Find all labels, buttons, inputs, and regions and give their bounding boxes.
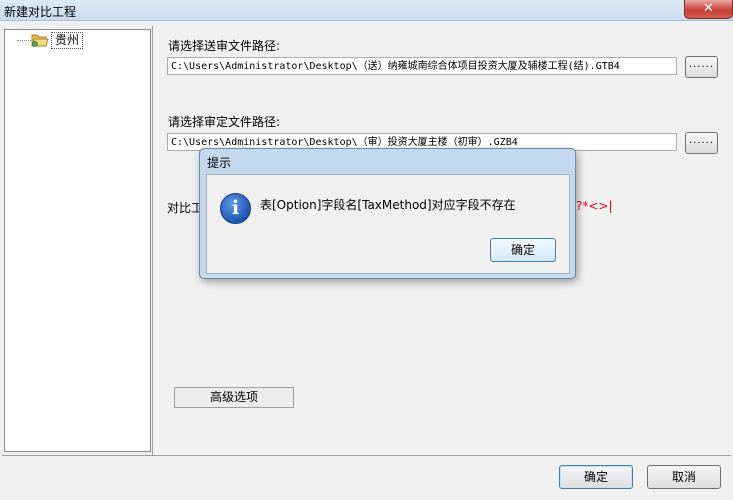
cancel-button[interactable]: 取消 <box>647 465 721 489</box>
info-icon: i <box>220 193 251 224</box>
send-path-label: 请选择送审文件路径: <box>168 39 281 53</box>
title-bar: 新建对比工程 <box>0 0 733 21</box>
send-path-field[interactable]: C:\Users\Administrator\Desktop\（送）纳雍城南综合… <box>167 57 677 75</box>
project-tree[interactable]: 贵州 <box>4 29 151 452</box>
folder-open-icon <box>31 34 49 47</box>
approve-path-label: 请选择审定文件路径: <box>168 115 281 129</box>
message-dialog: 提示 i 表[Option]字段名[TaxMethod]对应字段不存在 确定 <box>199 148 576 279</box>
tree-item-guizhou[interactable]: 贵州 <box>51 32 84 49</box>
ok-button[interactable]: 确定 <box>559 465 633 489</box>
approve-browse-button[interactable]: ...... <box>685 132 718 154</box>
send-browse-button[interactable]: ...... <box>685 56 718 78</box>
close-button[interactable]: ✕ <box>684 0 733 19</box>
dialog-message: 表[Option]字段名[TaxMethod]对应字段不存在 <box>260 198 516 212</box>
invalid-chars-hint: ?*<>| <box>576 199 613 213</box>
dialog-ok-button[interactable]: 确定 <box>490 238 556 262</box>
dialog-title: 提示 <box>207 156 232 170</box>
footer-divider <box>2 455 731 456</box>
vertical-divider <box>152 26 153 456</box>
advanced-options-button[interactable]: 高级选项 <box>174 387 294 408</box>
close-icon: ✕ <box>703 1 714 16</box>
compare-name-label: 对比工 <box>167 201 204 215</box>
dialog-body: i 表[Option]字段名[TaxMethod]对应字段不存在 确定 <box>206 174 570 274</box>
window-title: 新建对比工程 <box>4 5 77 19</box>
